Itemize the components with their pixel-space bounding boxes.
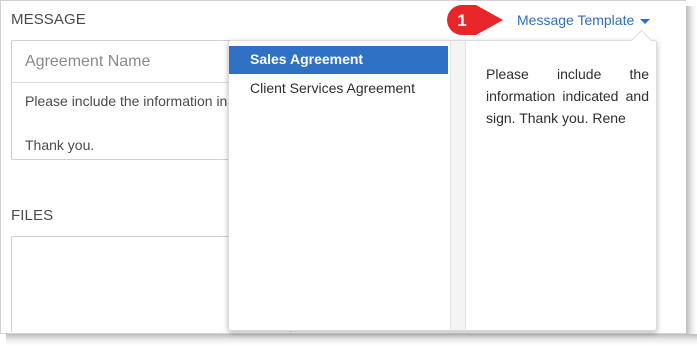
template-item-sales-agreement[interactable]: Sales Agreement xyxy=(229,46,448,74)
template-preview: Please include the information indicated… xyxy=(486,66,649,126)
template-list: Sales Agreement Client Services Agreemen… xyxy=(229,41,450,330)
template-list-scrollbar[interactable] xyxy=(450,41,466,330)
callout-number: 1 xyxy=(457,11,466,30)
files-section-label: FILES xyxy=(11,207,54,224)
message-body-line2[interactable]: Thank you. xyxy=(25,137,94,153)
panel-shadow-bottom xyxy=(6,334,697,345)
message-section-label: MESSAGE xyxy=(11,11,86,28)
template-menu: Sales Agreement Client Services Agreemen… xyxy=(228,40,657,331)
message-template-dropdown[interactable]: Message Template xyxy=(517,12,651,28)
callout-badge: 1 xyxy=(447,5,503,35)
template-item-client-services-agreement[interactable]: Client Services Agreement xyxy=(229,75,448,103)
chevron-down-icon[interactable] xyxy=(640,18,651,24)
panel-shadow-right xyxy=(686,6,697,345)
message-body-line1[interactable]: Please include the information in xyxy=(25,93,227,109)
message-template-label[interactable]: Message Template xyxy=(517,12,634,28)
